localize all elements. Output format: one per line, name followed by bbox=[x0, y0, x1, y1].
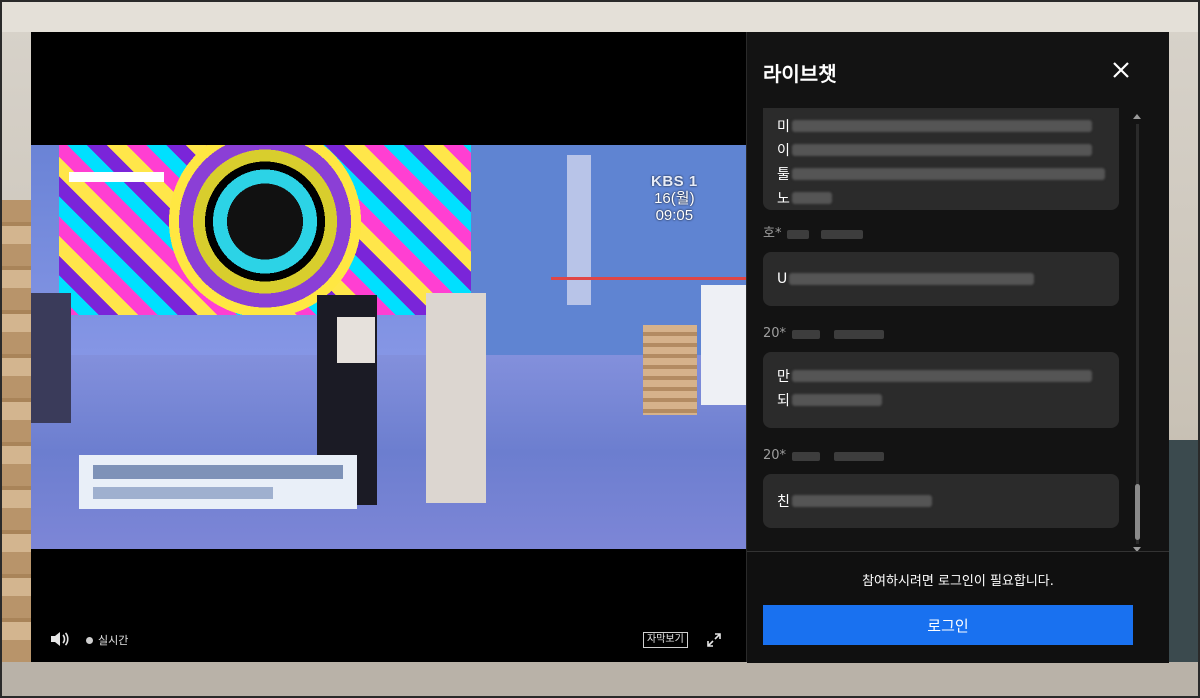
video-set-pillar bbox=[567, 155, 591, 305]
subtitle-button[interactable]: 자막보기 bbox=[643, 632, 688, 648]
live-chat-panel: 라이브챗 미 이 툴 노 호* U 20* 만 되 20* 친 참여하시려면 로… bbox=[746, 32, 1169, 663]
chat-message-bubble: 미 이 툴 노 bbox=[763, 108, 1119, 210]
scroll-track[interactable] bbox=[1136, 124, 1139, 544]
login-notice: 참여하시려면 로그인이 필요합니다. bbox=[862, 574, 1054, 589]
chat-message-line: 만 bbox=[777, 364, 1105, 388]
video-set-redline bbox=[551, 277, 746, 280]
live-stream-modal: KBS 1 16(월) 09:05 실시간 자막보기 라이브챗 미 이 툴 노 … bbox=[31, 32, 1169, 663]
chat-message-line: 되 bbox=[777, 388, 1105, 412]
chat-message-text: 미 bbox=[777, 119, 790, 135]
video-stage-floor bbox=[31, 355, 746, 549]
chat-username-text: 호* bbox=[763, 226, 782, 241]
scroll-up-icon[interactable] bbox=[1132, 112, 1142, 122]
fullscreen-icon[interactable] bbox=[704, 630, 724, 650]
chat-footer: 참여하시려면 로그인이 필요합니다. 로그인 bbox=[747, 551, 1169, 663]
chat-scrollbar[interactable] bbox=[1132, 112, 1142, 552]
chat-username: 20* bbox=[763, 324, 1119, 344]
volume-icon[interactable] bbox=[49, 630, 71, 648]
video-table bbox=[643, 325, 697, 415]
login-button[interactable]: 로그인 bbox=[763, 605, 1133, 645]
broadcast-overlay: KBS 1 16(월) 09:05 bbox=[651, 173, 698, 224]
chat-message-text: 친 bbox=[777, 494, 790, 510]
broadcast-date: 16(월) bbox=[654, 190, 695, 207]
chat-message-line: 이 bbox=[777, 138, 1105, 162]
chat-header: 라이브챗 bbox=[747, 32, 1169, 108]
scroll-thumb[interactable] bbox=[1135, 484, 1140, 540]
video-lower-third-subtext bbox=[93, 487, 273, 499]
video-player[interactable]: KBS 1 16(월) 09:05 실시간 자막보기 bbox=[31, 32, 746, 662]
live-dot-icon bbox=[86, 637, 93, 644]
chat-title: 라이브챗 bbox=[763, 62, 837, 86]
chat-message-text: 이 bbox=[777, 143, 790, 159]
chat-message-text: U bbox=[777, 271, 788, 287]
video-person-guest bbox=[426, 293, 486, 503]
chat-username-text: 20* bbox=[763, 448, 787, 463]
chat-message-text: 만 bbox=[777, 369, 790, 385]
chat-message-list[interactable]: 미 이 툴 노 호* U 20* 만 되 20* 친 bbox=[763, 108, 1119, 550]
video-person-host-shirt bbox=[337, 317, 375, 363]
background-stairs bbox=[0, 200, 32, 698]
chat-message-text: 툴 bbox=[777, 167, 790, 183]
video-person-right bbox=[701, 285, 746, 405]
live-label: 실시간 bbox=[98, 634, 129, 647]
chat-message-line: 친 bbox=[777, 486, 1105, 516]
chat-message-line: 노 bbox=[777, 186, 1105, 210]
chat-username: 호* bbox=[763, 224, 1119, 244]
video-top-tag bbox=[69, 172, 164, 182]
chat-message-line: U bbox=[777, 264, 1105, 294]
broadcast-time: 09:05 bbox=[655, 207, 694, 224]
chat-message-line: 툴 bbox=[777, 162, 1105, 186]
background-wall bbox=[0, 0, 1200, 32]
chat-message-bubble: U bbox=[763, 252, 1119, 306]
chat-username-text: 20* bbox=[763, 326, 787, 341]
close-icon[interactable] bbox=[1109, 58, 1133, 82]
chat-message-text: 되 bbox=[777, 393, 790, 409]
chat-message-line: 미 bbox=[777, 114, 1105, 138]
background-floor bbox=[0, 662, 1200, 698]
chat-username: 20* bbox=[763, 446, 1119, 466]
video-lower-third bbox=[79, 455, 357, 509]
chat-message-text: 노 bbox=[777, 191, 790, 207]
background-right-panel bbox=[1168, 440, 1200, 662]
video-frame: KBS 1 16(월) 09:05 bbox=[31, 145, 746, 549]
video-led-screen bbox=[59, 145, 471, 315]
broadcast-logo: KBS 1 bbox=[651, 173, 698, 190]
chat-message-bubble: 친 bbox=[763, 474, 1119, 528]
video-lower-third-text bbox=[93, 465, 343, 479]
video-person-left bbox=[31, 293, 71, 423]
chat-message-bubble: 만 되 bbox=[763, 352, 1119, 428]
video-controls: 실시간 자막보기 bbox=[31, 622, 746, 652]
